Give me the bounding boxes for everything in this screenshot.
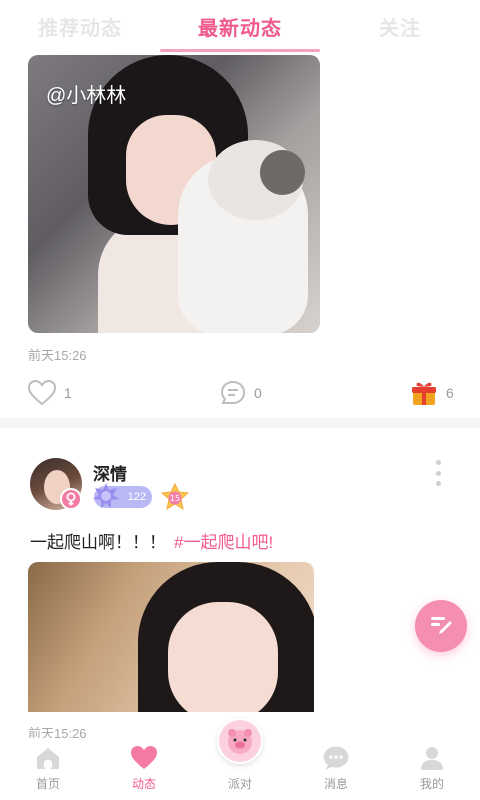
tab-label: 最新动态 xyxy=(198,17,282,40)
post-actions: 1 0 6 xyxy=(28,378,454,408)
post-divider xyxy=(0,418,480,428)
bottom-nav: 首页 动态 派对 消息 我的 xyxy=(0,718,480,800)
nav-home[interactable]: 首页 xyxy=(0,738,96,800)
more-options-icon[interactable] xyxy=(430,460,446,486)
female-gender-icon xyxy=(60,488,82,510)
tab-label: 推荐动态 xyxy=(38,17,122,40)
level-gem-icon xyxy=(93,483,119,508)
tab-following[interactable]: 关注 xyxy=(320,0,480,52)
chat-icon xyxy=(323,746,349,770)
user-icon xyxy=(421,747,443,770)
nav-party[interactable]: 派对 xyxy=(192,718,288,800)
photo-face xyxy=(168,602,278,712)
nav-label: 消息 xyxy=(323,777,348,791)
nav-feed[interactable]: 动态 xyxy=(96,738,192,800)
heart-icon xyxy=(131,746,157,769)
like-count: 1 xyxy=(64,385,72,401)
level-value: 122 xyxy=(127,491,146,503)
post-timestamp: 前天15:26 xyxy=(28,348,87,363)
tab-latest[interactable]: 最新动态 xyxy=(160,0,320,52)
vip-level-text: 15 xyxy=(170,494,180,503)
nav-label: 首页 xyxy=(35,777,60,791)
nav-label: 我的 xyxy=(419,777,444,791)
photo-watermark: @小林林 xyxy=(46,85,127,107)
nav-label: 动态 xyxy=(131,777,156,791)
heart-icon xyxy=(28,380,56,406)
post-text: 一起爬山啊！！！ xyxy=(30,533,166,552)
photo-cat-patch xyxy=(260,150,305,195)
top-tabs: 推荐动态 最新动态 关注 xyxy=(0,0,480,52)
nav-label: 派对 xyxy=(227,777,252,791)
post-photo[interactable]: @小林林 xyxy=(28,55,320,333)
tab-recommended[interactable]: 推荐动态 xyxy=(0,0,160,52)
gift-icon xyxy=(412,382,436,405)
comment-icon xyxy=(220,380,246,404)
vip-badge-icon: 15 xyxy=(160,482,190,511)
gift-button[interactable]: 6 xyxy=(410,378,454,408)
post-topic-tag[interactable]: #一起爬山吧! xyxy=(174,533,273,552)
post-photo[interactable] xyxy=(28,562,314,712)
nav-mine[interactable]: 我的 xyxy=(384,738,480,800)
like-button[interactable]: 1 xyxy=(28,378,72,408)
post-content: 一起爬山啊！！！ #一起爬山吧! xyxy=(30,528,273,553)
gift-count: 6 xyxy=(446,385,454,401)
tab-label: 关注 xyxy=(379,17,421,40)
comment-count: 0 xyxy=(254,385,262,401)
home-icon xyxy=(37,748,59,769)
party-bubble xyxy=(217,718,263,764)
nav-messages[interactable]: 消息 xyxy=(288,738,384,800)
piglet-icon xyxy=(228,729,252,754)
compose-button[interactable] xyxy=(415,600,467,652)
comment-button[interactable]: 0 xyxy=(220,378,262,408)
pencil-icon xyxy=(431,617,452,634)
